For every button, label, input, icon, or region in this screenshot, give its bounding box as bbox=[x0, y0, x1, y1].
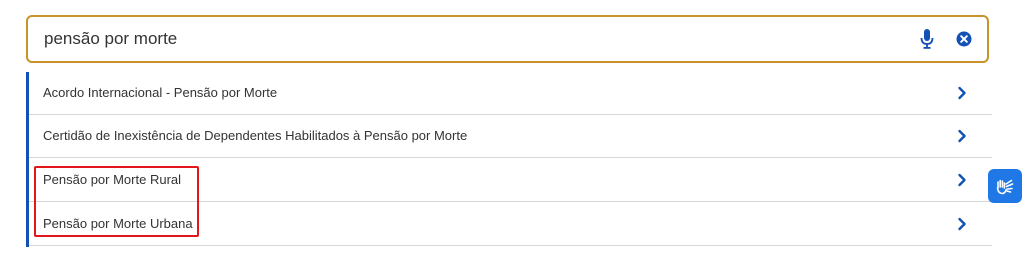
list-item[interactable]: Pensão por Morte Urbana bbox=[29, 203, 992, 246]
result-label: Pensão por Morte Urbana bbox=[43, 216, 193, 231]
accessibility-widget-button[interactable] bbox=[988, 169, 1022, 203]
search-results-list: Acordo Internacional - Pensão por Morte … bbox=[26, 72, 992, 247]
result-label: Certidão de Inexistência de Dependentes … bbox=[43, 128, 468, 143]
chevron-right-icon bbox=[958, 129, 966, 143]
list-item[interactable]: Acordo Internacional - Pensão por Morte bbox=[29, 72, 992, 115]
sign-language-hands-icon bbox=[996, 179, 1014, 195]
chevron-right-icon bbox=[958, 217, 966, 231]
chevron-right-icon bbox=[958, 173, 966, 187]
result-label: Pensão por Morte Rural bbox=[43, 172, 182, 187]
clear-circle-x-icon[interactable] bbox=[956, 31, 972, 47]
search-box[interactable] bbox=[26, 15, 989, 63]
microphone-icon[interactable] bbox=[920, 29, 934, 49]
list-item[interactable]: Certidão de Inexistência de Dependentes … bbox=[29, 115, 992, 158]
result-label: Acordo Internacional - Pensão por Morte bbox=[43, 85, 278, 100]
chevron-right-icon bbox=[958, 86, 966, 100]
search-input[interactable] bbox=[44, 17, 904, 61]
list-item[interactable]: Pensão por Morte Rural bbox=[29, 159, 992, 202]
